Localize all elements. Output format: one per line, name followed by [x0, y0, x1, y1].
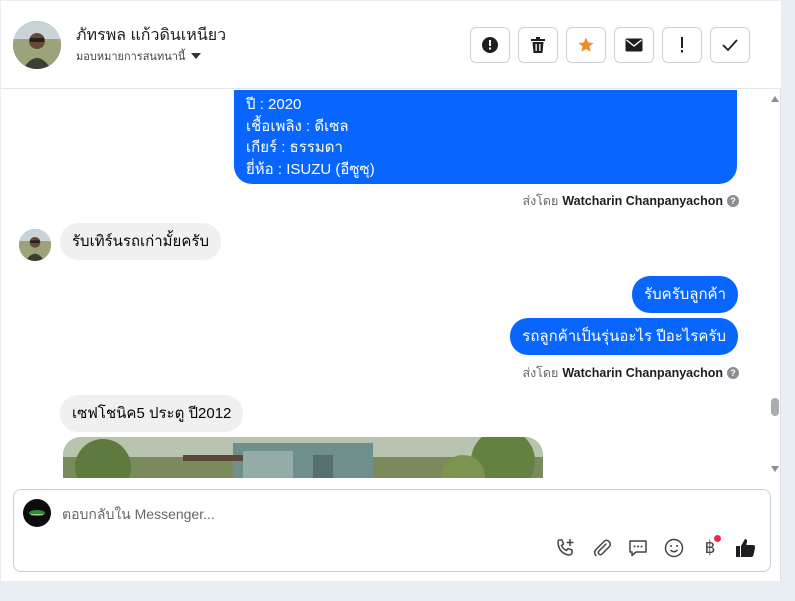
thumbs-up-icon [736, 539, 756, 557]
attach-button[interactable] [591, 537, 613, 559]
incoming-message: รับเทิร์นรถเก่ามั้ยครับ [60, 223, 221, 260]
exclamation-icon [681, 37, 683, 53]
mark-unread-button[interactable] [614, 27, 654, 63]
mark-done-button[interactable] [710, 27, 750, 63]
assign-dropdown[interactable]: มอบหมายการสนทนานี้ [76, 47, 202, 65]
outgoing-message: รับครับลูกค้า [632, 276, 738, 313]
action-toolbar [470, 27, 750, 63]
phone-add-icon [557, 539, 574, 556]
contact-name[interactable]: ภัทรพล แก้วดินเหนียว [76, 23, 226, 48]
notification-dot [714, 535, 721, 542]
page-avatar [23, 499, 51, 527]
vehicle-gear-line: เกียร์ : ธรรมดา [246, 139, 343, 156]
assign-label: มอบหมายการสนทนานี้ [76, 51, 186, 63]
sent-by-label: ส่งโดย Watcharin Chanpanyachon ? [522, 363, 739, 383]
call-button[interactable] [555, 537, 577, 559]
vehicle-info-bubble: ปี : 2020 เชื้อเพลิง : ดีเซล เกียร์ : ธร… [234, 90, 737, 184]
star-button[interactable] [566, 27, 606, 63]
delete-button[interactable] [518, 27, 558, 63]
trash-icon [531, 37, 545, 53]
scroll-down-icon[interactable] [771, 466, 779, 472]
attached-photo[interactable] [63, 437, 543, 478]
help-icon[interactable]: ? [727, 195, 739, 207]
alert-circle-icon [482, 37, 498, 53]
sender-name[interactable]: Watcharin Chanpanyachon [562, 366, 723, 380]
like-button[interactable] [735, 537, 757, 559]
message-thread[interactable]: ปี : 2020 เชื้อเพลิง : ดีเซล เกียร์ : ธร… [1, 90, 771, 478]
chat-bubble-icon [629, 540, 647, 557]
conversation-panel: ภัทรพล แก้วดินเหนียว มอบหมายการสนทนานี้ [1, 1, 781, 581]
outgoing-message: รถลูกค้าเป็นรุ่นอะไร ปีอะไรครับ [510, 318, 738, 355]
vehicle-fuel-line: เชื้อเพลิง : ดีเซล [246, 117, 349, 135]
vehicle-brand-line: ยี่ห้อ : ISUZU (อีซูซุ) [246, 160, 375, 178]
contact-avatar[interactable] [13, 21, 61, 69]
star-icon [578, 37, 594, 52]
envelope-icon [625, 38, 643, 52]
emoji-button[interactable] [663, 537, 685, 559]
conversation-header: ภัทรพล แก้วดินเหนียว มอบหมายการสนทนานี้ [1, 1, 781, 89]
mark-spam-button[interactable] [470, 27, 510, 63]
composer-toolbar: ฿ [555, 535, 757, 559]
follow-up-button[interactable] [662, 27, 702, 63]
scroll-up-icon[interactable] [771, 96, 779, 102]
check-icon [722, 39, 738, 52]
help-icon[interactable]: ? [727, 367, 739, 379]
reply-composer: ฿ [13, 489, 771, 572]
saved-replies-button[interactable] [627, 537, 649, 559]
contact-avatar-small[interactable] [19, 229, 51, 261]
payment-button[interactable]: ฿ [699, 535, 721, 559]
smiley-icon [664, 538, 684, 558]
chevron-down-icon [191, 53, 202, 59]
reply-input[interactable] [62, 502, 752, 526]
incoming-message: เซฟโชนิค5 ประตู ปี2012 [60, 395, 244, 432]
scroll-thumb[interactable] [771, 398, 779, 416]
paperclip-icon [593, 539, 611, 557]
vehicle-year-line: ปี : 2020 [246, 96, 302, 113]
baht-icon: ฿ [704, 538, 716, 557]
sent-by-label: ส่งโดย Watcharin Chanpanyachon ? [522, 191, 739, 211]
thread-scrollbar[interactable] [769, 90, 781, 478]
sender-name[interactable]: Watcharin Chanpanyachon [562, 194, 723, 208]
